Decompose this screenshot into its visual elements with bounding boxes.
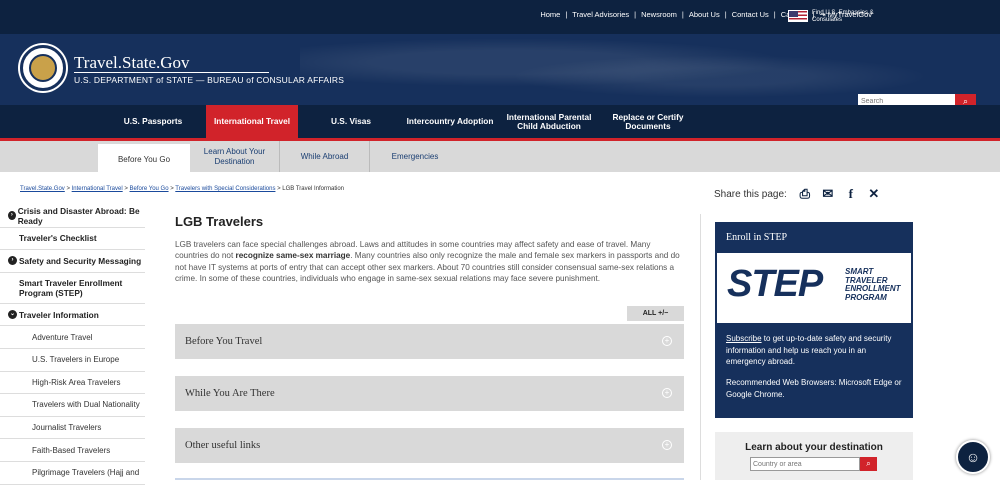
accordion-before-you-travel[interactable]: Before You Travel +: [175, 324, 684, 359]
sidebar-item-faith-based[interactable]: Faith-Based Travelers: [0, 439, 145, 462]
plus-icon: +: [662, 440, 672, 450]
chevron-right-icon: ›: [8, 211, 16, 221]
sidebar-item-high-risk[interactable]: High-Risk Area Travelers: [0, 372, 145, 395]
about-us-link[interactable]: About Us: [689, 10, 720, 19]
breadcrumb: Travel.State.Gov > International Travel …: [20, 186, 344, 192]
step-heading: Enroll in STEP: [726, 232, 788, 243]
sidebar-item-checklist[interactable]: Traveler's Checklist: [0, 228, 145, 251]
travel-advisories-link[interactable]: Travel Advisories: [572, 10, 629, 19]
page-title: LGB Travelers: [175, 214, 264, 229]
sidebar-item-adventure[interactable]: Adventure Travel: [0, 326, 145, 349]
facebook-icon[interactable]: f: [844, 186, 858, 202]
site-subtitle: U.S. DEPARTMENT of STATE — BUREAU of CON…: [74, 75, 345, 85]
breadcrumb-link[interactable]: Travel.State.Gov: [20, 186, 65, 192]
nav-us-visas[interactable]: U.S. Visas: [306, 105, 396, 138]
chevron-right-icon: ›: [8, 256, 17, 266]
top-utility-bar: Home | Travel Advisories | Newsroom | About…: [0, 0, 1000, 34]
print-icon[interactable]: ⎙: [798, 186, 812, 202]
destination-title: Learn about your destination: [745, 442, 883, 453]
destination-search-button[interactable]: ⌕: [860, 457, 877, 471]
expand-all-button[interactable]: ALL +/−: [627, 306, 684, 321]
find-embassies-link[interactable]: Find U.S. Embassies & Consulates: [812, 10, 882, 24]
us-flag-icon: [788, 10, 808, 22]
contact-us-link[interactable]: Contact Us: [732, 10, 769, 19]
nav-replace-certify-documents[interactable]: Replace or Certify Documents: [604, 105, 692, 138]
step-logo[interactable]: STEP SMART TRAVELER ENROLLMENT PROGRAM: [717, 253, 911, 323]
share-label: Share this page:: [714, 188, 787, 200]
nav-international-travel[interactable]: International Travel: [206, 105, 298, 138]
nav-us-passports[interactable]: U.S. Passports: [103, 105, 203, 138]
breadcrumb-link[interactable]: Before You Go: [130, 186, 169, 192]
chevron-down-icon: ⌄: [8, 310, 17, 320]
site-title[interactable]: Travel.State.Gov: [74, 53, 190, 73]
main-content: LGB Travelers LGB travelers can face spe…: [175, 214, 685, 285]
title-divider: [74, 72, 269, 73]
step-description: Subscribe to get up-to-date safety and s…: [726, 334, 892, 366]
sidebar-item-step[interactable]: Smart Traveler Enrollment Program (STEP): [0, 273, 145, 304]
x-twitter-icon[interactable]: ✕: [867, 186, 881, 202]
step-enroll-panel: Enroll in STEP STEP SMART TRAVELER ENROLLM…: [715, 222, 913, 418]
chatbot-icon[interactable]: ☺: [956, 440, 990, 474]
home-link[interactable]: Home: [540, 10, 560, 19]
accordion-other-useful-links[interactable]: Other useful links +: [175, 428, 684, 463]
tab-while-abroad[interactable]: While Abroad: [280, 141, 370, 172]
sub-nav: Before You Go Learn About Your Destinati…: [0, 138, 1000, 175]
sidebar-item-traveler-info[interactable]: ⌄ Traveler Information: [0, 304, 145, 327]
sidebar-item-dual-nationality[interactable]: Travelers with Dual Nationality: [0, 394, 145, 417]
search-icon: ⌕: [962, 96, 969, 105]
column-divider: [700, 214, 701, 480]
search-icon: ⌕: [866, 459, 871, 468]
left-sidebar-nav: › Crisis and Disaster Abroad: Be Ready Tr…: [0, 205, 145, 485]
sidebar-item-crisis[interactable]: › Crisis and Disaster Abroad: Be Ready: [0, 205, 145, 228]
subscribe-link[interactable]: Subscribe: [726, 334, 762, 343]
tab-learn-about-destination[interactable]: Learn About Your Destination: [190, 141, 280, 172]
plus-icon: +: [662, 336, 672, 346]
department-seal-logo[interactable]: [20, 45, 66, 91]
same-sex-marriage-link[interactable]: recognize same-sex marriage: [236, 251, 351, 260]
breadcrumb-link[interactable]: Travelers with Special Considerations: [175, 186, 275, 192]
email-icon[interactable]: ✉: [821, 186, 835, 202]
browser-recommendation: Recommended Web Browsers: Microsoft Edge…: [726, 378, 902, 399]
accordion-while-you-are-there[interactable]: While You Are There +: [175, 376, 684, 411]
sidebar-item-journalist[interactable]: Journalist Travelers: [0, 417, 145, 440]
sidebar-item-pilgrimage[interactable]: Pilgrimage Travelers (Hajj and: [0, 462, 145, 485]
nav-intercountry-adoption[interactable]: Intercountry Adoption: [402, 105, 498, 138]
plus-icon: +: [662, 388, 672, 398]
destination-search-panel: Learn about your destination ⌕: [715, 432, 913, 480]
destination-input[interactable]: [750, 457, 860, 471]
intro-paragraph: LGB travelers can face special challenge…: [175, 240, 680, 284]
search-input[interactable]: [858, 94, 955, 105]
tab-before-you-go[interactable]: Before You Go: [98, 144, 190, 175]
breadcrumb-current: LGB Travel Information: [282, 186, 344, 192]
newsroom-link[interactable]: Newsroom: [641, 10, 677, 19]
share-bar: Share this page: ⎙ ✉ f ✕: [714, 186, 881, 202]
nav-parental-child-abduction[interactable]: International Parental Child Abduction: [503, 105, 595, 138]
tab-emergencies[interactable]: Emergencies: [370, 141, 460, 172]
sidebar-item-europe[interactable]: U.S. Travelers in Europe: [0, 349, 145, 372]
site-header: Travel.State.Gov U.S. DEPARTMENT of STAT…: [0, 34, 1000, 105]
sidebar-item-safety[interactable]: › Safety and Security Messaging: [0, 250, 145, 273]
breadcrumb-link[interactable]: International Travel: [72, 186, 123, 192]
main-nav: U.S. Passports International Travel U.S.…: [0, 105, 1000, 138]
search-button[interactable]: ⌕: [955, 94, 976, 105]
